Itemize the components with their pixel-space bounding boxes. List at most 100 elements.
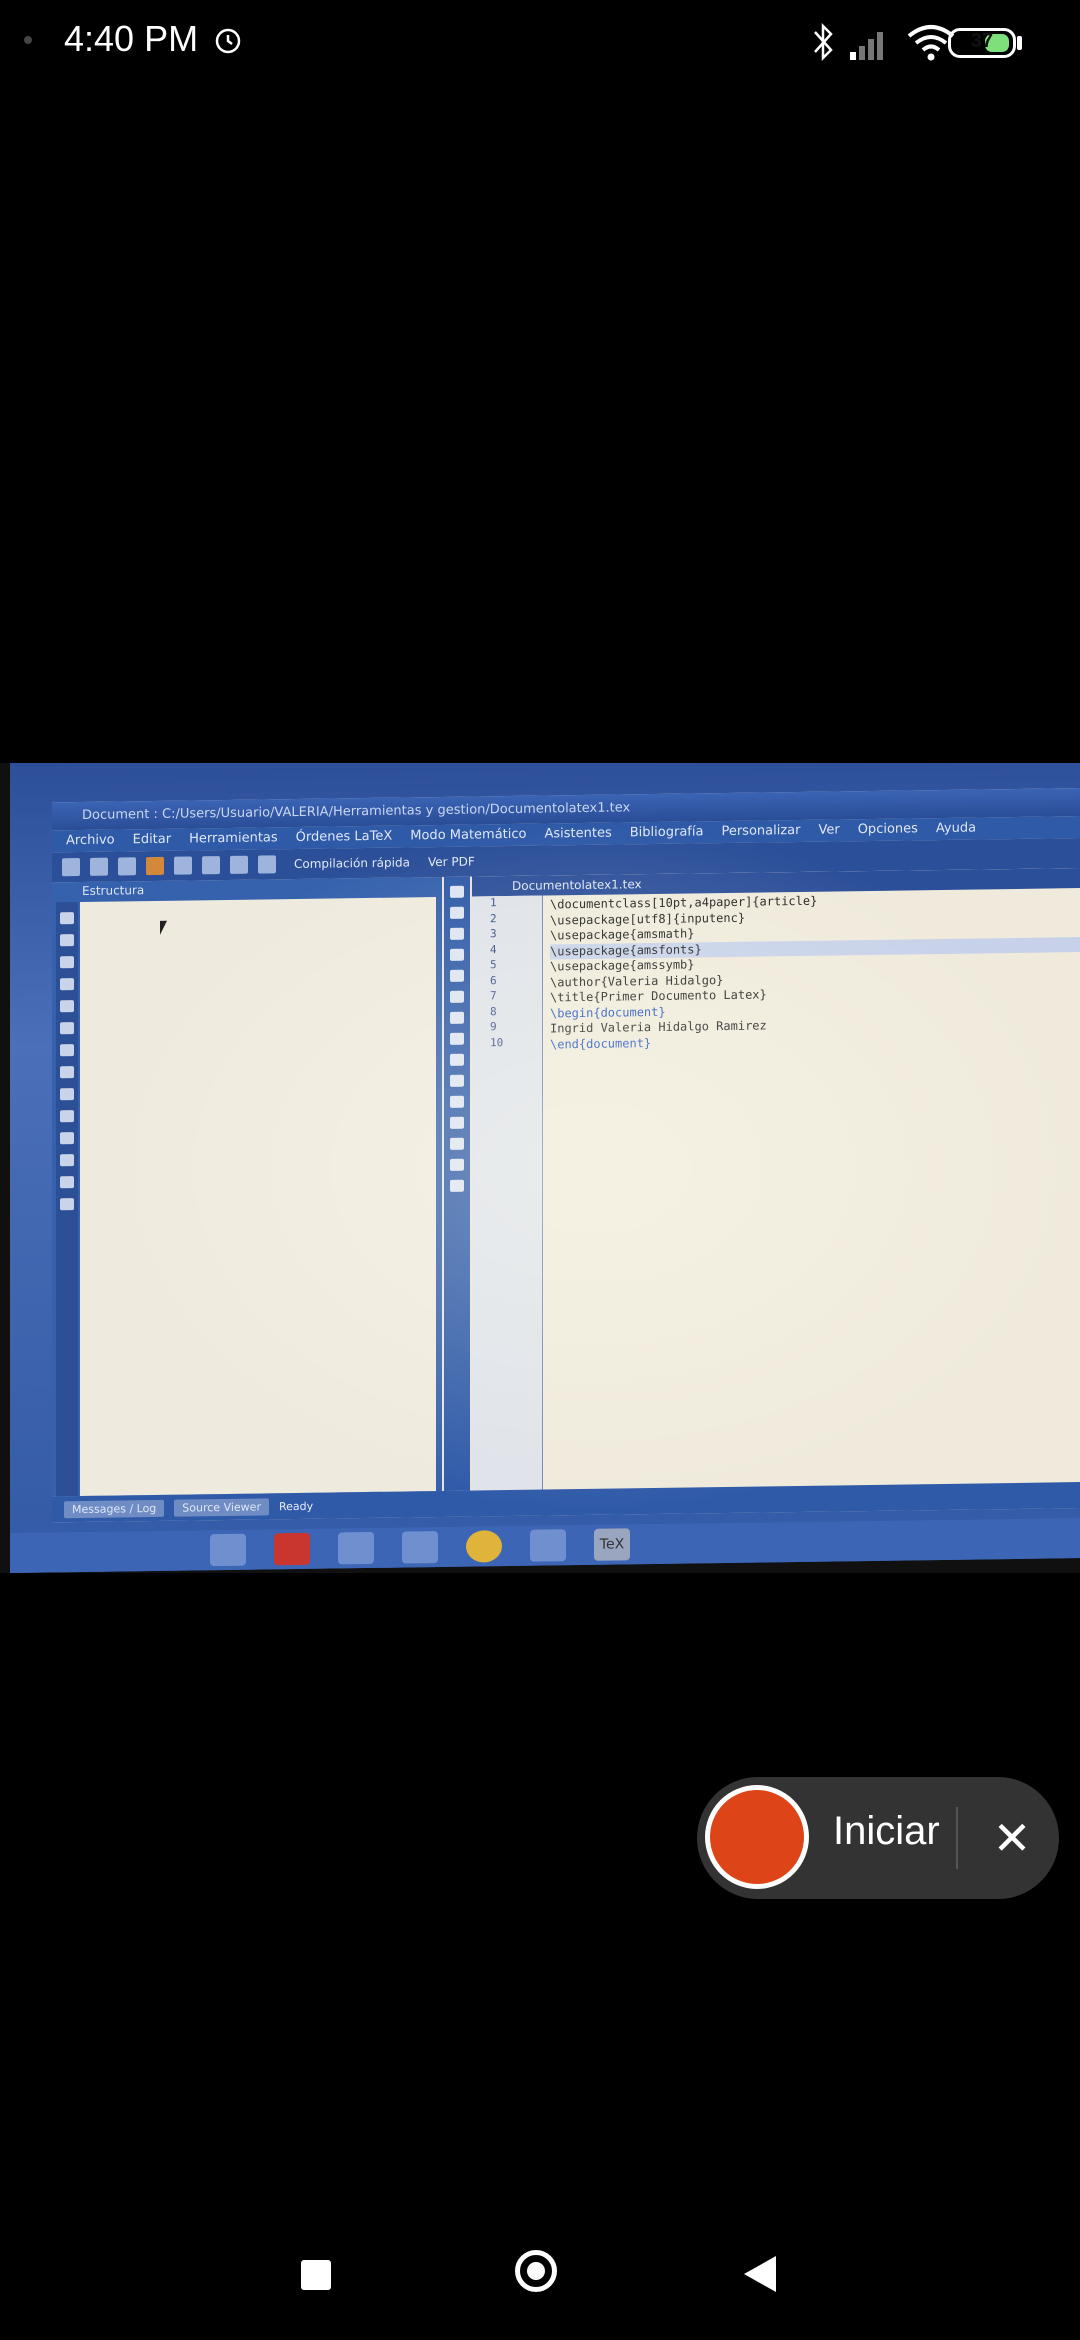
symbol-toolbar (444, 876, 470, 1491)
code-text[interactable]: \documentclass[10pt,a4paper]{article} \u… (550, 890, 1080, 1490)
teams-icon[interactable] (338, 1531, 374, 1565)
side-tool-icon[interactable] (60, 1154, 74, 1167)
copy-icon[interactable] (202, 856, 220, 875)
math-icon[interactable] (450, 1095, 464, 1108)
undo-icon[interactable] (146, 856, 164, 876)
menu-archivo[interactable]: Archivo (66, 830, 115, 853)
menu-editar[interactable]: Editar (133, 829, 172, 852)
cut-icon[interactable] (230, 855, 248, 874)
line-number: 1 (490, 896, 497, 910)
mouse-cursor-icon (160, 920, 167, 935)
symbol-icon[interactable] (450, 1179, 464, 1192)
side-tool-icon[interactable] (60, 934, 74, 947)
menu-bibliografia[interactable]: Bibliografía (630, 821, 704, 844)
newline-icon[interactable] (450, 1074, 464, 1087)
recents-button[interactable] (301, 2260, 331, 2290)
app-icon[interactable] (530, 1529, 566, 1562)
side-tool-icon[interactable] (60, 1176, 74, 1189)
structure-panel: Estructura (52, 876, 442, 1497)
line-number: 10 (490, 1035, 504, 1049)
menu-opciones[interactable]: Opciones (858, 818, 918, 841)
battery-icon: 37 (948, 28, 1016, 58)
side-toolbar (56, 902, 78, 1497)
battery-level: 37 (970, 30, 994, 52)
save-icon[interactable] (118, 857, 136, 876)
divider (956, 1807, 958, 1869)
navigation-bar (0, 2220, 1080, 2340)
align-icon[interactable] (450, 1032, 464, 1045)
windows-taskbar: TeX (10, 1517, 1080, 1573)
home-button[interactable] (515, 2250, 557, 2292)
side-tool-icon[interactable] (60, 1198, 74, 1211)
status-bar: 4:40 PM 37 (0, 0, 1080, 86)
signal-icon (850, 32, 883, 60)
bold-icon[interactable] (450, 948, 464, 961)
messages-log-tab[interactable]: Messages / Log (64, 1499, 165, 1518)
menu-modo-matematico[interactable]: Modo Matemático (410, 824, 526, 848)
record-button[interactable] (705, 1785, 809, 1889)
paste-icon[interactable] (258, 855, 276, 874)
camera-preview: Document : C:/Users/Usuario/VALERIA/Herr… (0, 763, 1080, 1573)
folder-icon[interactable] (210, 1533, 246, 1567)
menu-asistentes[interactable]: Asistentes (545, 823, 612, 846)
side-tool-icon[interactable] (60, 956, 74, 969)
menu-ayuda[interactable]: Ayuda (936, 818, 976, 841)
new-file-icon[interactable] (62, 858, 80, 877)
menu-ordenes-latex[interactable]: Órdenes LaTeX (296, 826, 393, 849)
align-icon[interactable] (450, 1053, 464, 1066)
texmaker-icon[interactable]: TeX (594, 1528, 630, 1561)
line-number: 3 (490, 927, 497, 941)
monitor-screen: Document : C:/Users/Usuario/VALERIA/Herr… (10, 763, 1080, 1573)
texmaker-label: TeX (599, 1536, 625, 1553)
side-tool-icon[interactable] (60, 1066, 74, 1079)
menu-personalizar[interactable]: Personalizar (721, 820, 800, 843)
symbol-icon[interactable] (450, 885, 464, 898)
open-file-icon[interactable] (90, 857, 108, 876)
notification-dot (24, 36, 32, 44)
structure-title: Estructura (82, 883, 145, 898)
side-tool-icon[interactable] (60, 1088, 74, 1101)
side-tool-icon[interactable] (60, 978, 74, 991)
italic-icon[interactable] (450, 969, 464, 982)
side-tool-icon[interactable] (60, 912, 74, 925)
line-numbers: 1 2 3 4 5 6 7 8 9 10 (472, 895, 543, 1491)
redo-icon[interactable] (174, 856, 192, 875)
symbol-icon[interactable] (450, 927, 464, 940)
symbol-icon[interactable] (450, 1158, 464, 1171)
symbol-icon[interactable] (450, 1116, 464, 1129)
clock: 4:40 PM (64, 18, 199, 59)
record-icon (710, 1790, 804, 1884)
menu-ver[interactable]: Ver (818, 819, 839, 841)
back-button[interactable] (744, 2256, 776, 2292)
structure-tree[interactable] (80, 897, 436, 1497)
view-pdf-select[interactable]: Ver PDF (428, 855, 475, 870)
side-tool-icon[interactable] (60, 1044, 74, 1057)
side-tool-icon[interactable] (60, 1110, 74, 1123)
menu-herramientas[interactable]: Herramientas (189, 827, 278, 850)
emph-icon[interactable] (450, 990, 464, 1003)
chrome-icon[interactable] (466, 1530, 502, 1563)
line-number: 2 (490, 911, 497, 925)
line-number: 9 (490, 1020, 497, 1034)
line-number: 7 (490, 989, 497, 1003)
close-icon[interactable]: ✕ (982, 1803, 1042, 1873)
screen-recorder-widget: Iniciar ✕ (697, 1777, 1059, 1899)
code-editor[interactable]: Documentolatex1.tex 1 2 3 4 5 6 7 8 9 10… (472, 867, 1080, 1491)
texmaker-window: Document : C:/Users/Usuario/VALERIA/Herr… (52, 787, 1080, 1523)
symbol-icon[interactable] (450, 906, 464, 919)
app-icon[interactable] (402, 1531, 438, 1564)
symbol-icon[interactable] (450, 1137, 464, 1150)
align-icon[interactable] (450, 1011, 464, 1024)
acrobat-icon[interactable] (274, 1532, 310, 1566)
side-tool-icon[interactable] (60, 1022, 74, 1035)
battery-cap (1017, 36, 1022, 50)
compile-select[interactable]: Compilación rápida (294, 855, 410, 871)
home-icon (527, 2262, 545, 2280)
record-start-label[interactable]: Iniciar (833, 1809, 940, 1854)
alarm-icon (215, 28, 241, 54)
side-tool-icon[interactable] (60, 1132, 74, 1145)
line-number: 4 (490, 942, 497, 956)
ready-status: Ready (278, 1499, 314, 1513)
side-tool-icon[interactable] (60, 1000, 74, 1013)
source-viewer-tab[interactable]: Source Viewer (174, 1497, 269, 1517)
